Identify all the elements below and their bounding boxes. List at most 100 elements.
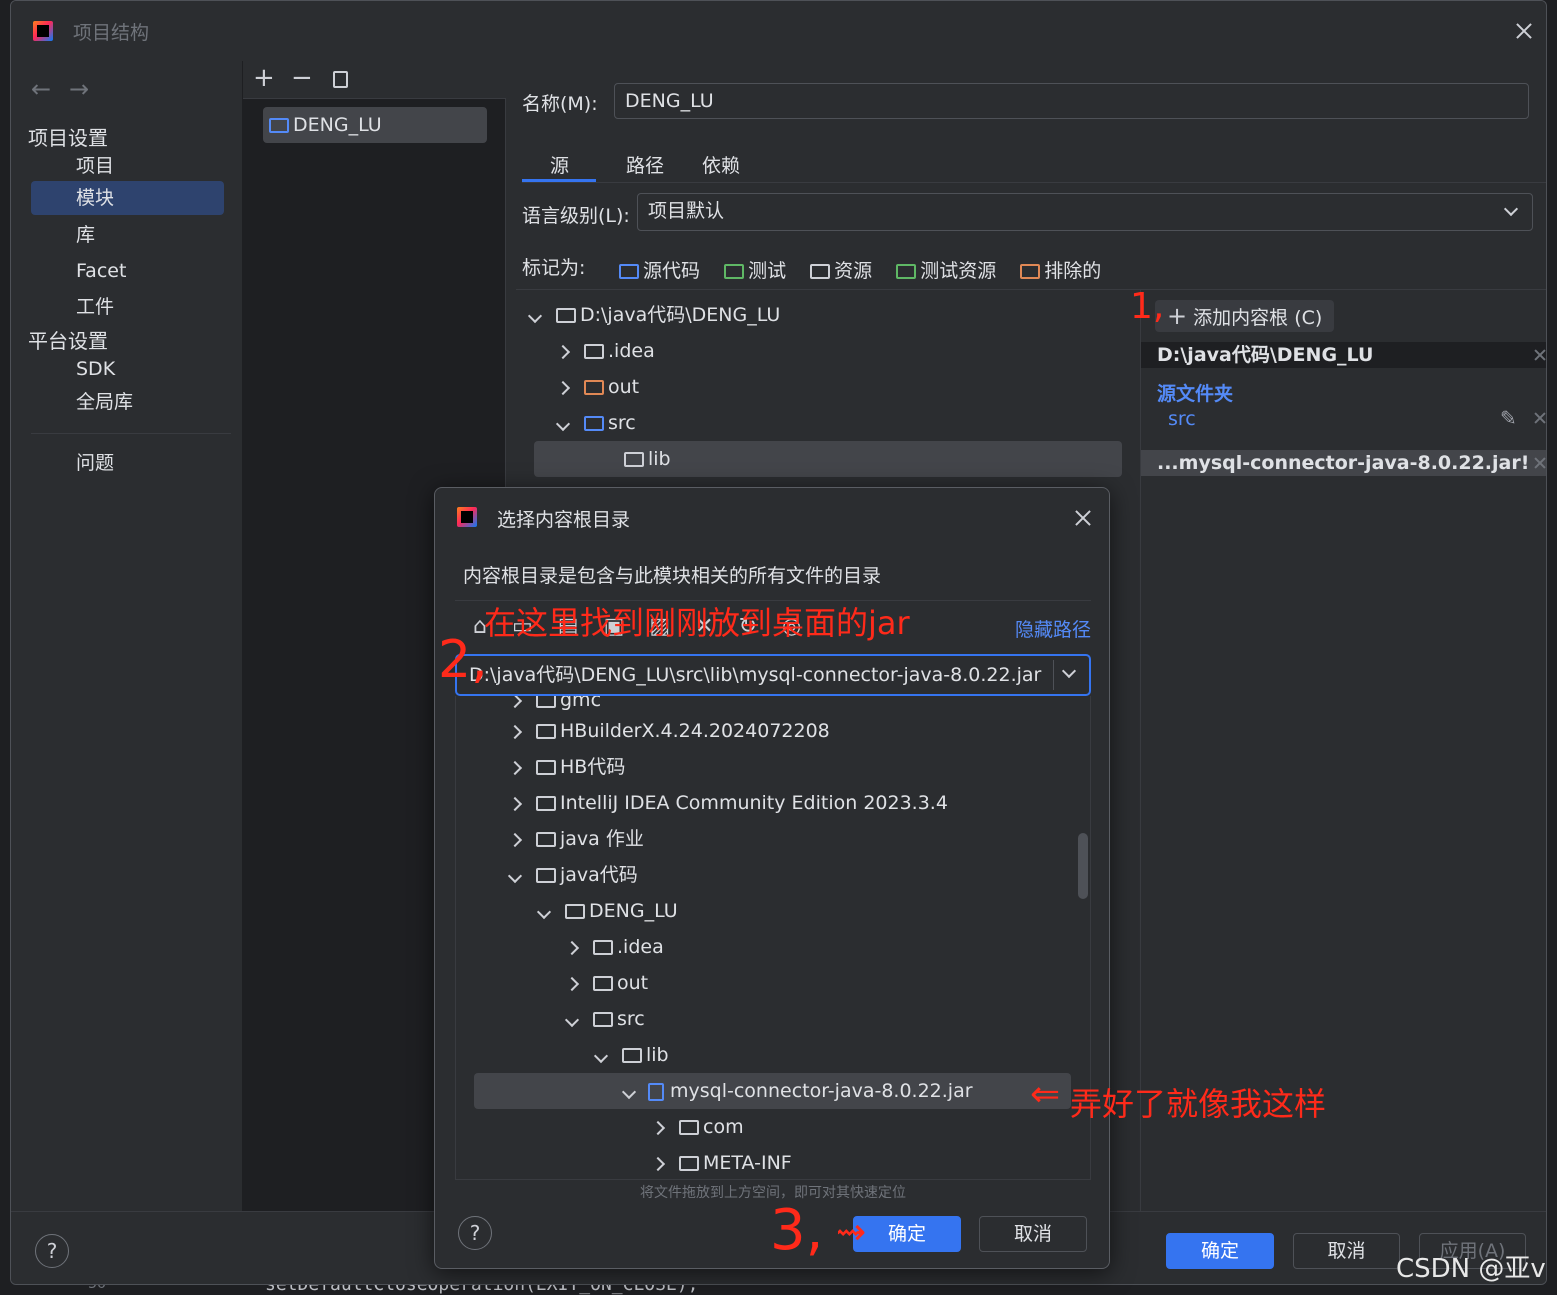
- remove-jar-root-icon[interactable]: [1533, 456, 1546, 470]
- forward-arrow-icon[interactable]: →: [69, 75, 89, 103]
- tree-row-src[interactable]: src: [564, 1001, 645, 1037]
- help-icon[interactable]: ?: [35, 1234, 69, 1268]
- mark-resources-button[interactable]: 资源: [810, 260, 872, 282]
- footer-cancel-button[interactable]: 取消: [1293, 1233, 1400, 1269]
- language-level-select[interactable]: 项目默认: [637, 193, 1533, 231]
- tree-row-root[interactable]: D:\java代码\DENG_LU: [527, 297, 781, 333]
- back-arrow-icon[interactable]: ←: [31, 75, 51, 103]
- tree-row-idea[interactable]: .idea: [555, 333, 655, 369]
- name-input[interactable]: DENG_LU: [614, 83, 1529, 119]
- plus-icon: +: [1167, 302, 1188, 330]
- tree-row-lib[interactable]: lib: [593, 1037, 669, 1073]
- tree-row-hb-code[interactable]: HB代码: [507, 749, 626, 785]
- content-root-path: D:\java代码\DENG_LU: [1157, 344, 1374, 366]
- tree-row-out[interactable]: out: [564, 965, 648, 1001]
- tree-row-src[interactable]: src: [555, 405, 636, 441]
- annotation-step3: 3,: [770, 1198, 824, 1263]
- test-resources-folder-icon: [896, 264, 917, 279]
- close-icon[interactable]: [1514, 21, 1534, 41]
- annotation-arrow-icon: ⇝: [836, 1212, 867, 1253]
- jar-content-root[interactable]: ...mysql-connector-java-8.0.22.jar!: [1141, 450, 1546, 476]
- path-history-chevron-icon[interactable]: [1061, 663, 1077, 679]
- mark-tests-button[interactable]: 测试: [724, 260, 786, 282]
- tree-row-hbuilderx[interactable]: HBuilderX.4.24.2024072208: [507, 713, 830, 749]
- path-divider: [1053, 660, 1054, 690]
- mark-tests-label: 测试: [748, 260, 787, 282]
- tree-row-deng-lu[interactable]: DENG_LU: [536, 893, 678, 929]
- edit-pencil-icon[interactable]: ✎: [1500, 406, 1517, 430]
- tree-label: IntelliJ IDEA Community Edition 2023.3.4: [560, 792, 948, 814]
- nav-item-project[interactable]: 项目: [31, 149, 224, 183]
- nav-item-libraries[interactable]: 库: [31, 218, 224, 252]
- add-content-root-button[interactable]: + 添加内容根 (C): [1155, 300, 1335, 332]
- path-input[interactable]: D:\java代码\DENG_LU\src\lib\mysql-connecto…: [455, 654, 1091, 696]
- tree-row-java-homework[interactable]: java 作业: [507, 821, 644, 857]
- tab-sources[interactable]: 源: [550, 151, 569, 178]
- tree-label: HBuilderX.4.24.2024072208: [560, 720, 830, 742]
- folder-icon: [536, 832, 556, 847]
- tree-row-java-code[interactable]: java代码: [507, 857, 638, 893]
- source-folder-src[interactable]: src: [1168, 408, 1196, 430]
- tree-label: src: [617, 1008, 645, 1030]
- jar-root-path: ...mysql-connector-java-8.0.22.jar!: [1157, 452, 1530, 474]
- tree-row-out[interactable]: out: [555, 369, 639, 405]
- mark-test-resources-label: 测试资源: [920, 260, 997, 282]
- tree-label: java代码: [560, 864, 638, 886]
- language-level-label: 语言级别(L):: [522, 205, 630, 227]
- copy-icon[interactable]: [333, 71, 348, 88]
- nav-item-sdk[interactable]: SDK: [31, 352, 224, 386]
- remove-content-root-icon[interactable]: [1533, 348, 1546, 362]
- tree-label: .idea: [617, 936, 664, 958]
- file-tree: gmc HBuilderX.4.24.2024072208 HB代码 Intel…: [455, 696, 1091, 1180]
- module-folder-icon: [269, 118, 289, 133]
- dialog-close-icon[interactable]: [1073, 508, 1093, 528]
- mark-test-resources-button[interactable]: 测试资源: [896, 260, 996, 282]
- tree-row-lib[interactable]: lib: [534, 441, 1122, 477]
- tree-label: java 作业: [560, 828, 644, 850]
- tree-scrollbar[interactable]: [1078, 833, 1088, 899]
- tab-dependencies[interactable]: 依赖: [702, 151, 740, 178]
- tree-label: D:\java代码\DENG_LU: [580, 304, 781, 326]
- dialog-cancel-button[interactable]: 取消: [979, 1216, 1087, 1252]
- tree-label: HB代码: [560, 756, 626, 778]
- folder-icon: [624, 452, 644, 467]
- nav-item-problems[interactable]: 问题: [31, 446, 224, 480]
- dialog-ok-button[interactable]: 确定: [853, 1216, 961, 1252]
- folder-icon: [593, 940, 613, 955]
- dialog-help-icon[interactable]: ?: [458, 1216, 492, 1250]
- nav-item-facet[interactable]: Facet: [31, 254, 224, 288]
- nav-item-artifacts[interactable]: 工件: [31, 290, 224, 324]
- tree-row-idea[interactable]: .idea: [564, 929, 664, 965]
- add-icon[interactable]: +: [253, 63, 275, 93]
- language-level-value: 项目默认: [648, 200, 725, 222]
- tree-row-mysql-jar[interactable]: mysql-connector-java-8.0.22.jar: [474, 1073, 1071, 1109]
- remove-icon[interactable]: −: [291, 63, 313, 93]
- dialog-title: 选择内容根目录: [497, 509, 631, 531]
- tree-label: lib: [646, 1044, 669, 1066]
- tab-active-indicator: [522, 179, 596, 182]
- folder-icon: [584, 380, 604, 395]
- source-folders-label: 源文件夹: [1157, 383, 1234, 405]
- module-item-deng-lu[interactable]: DENG_LU: [263, 107, 487, 143]
- footer-ok-button[interactable]: 确定: [1166, 1233, 1274, 1269]
- mark-sources-button[interactable]: 源代码: [619, 260, 700, 282]
- project-settings-header: 项目设置: [28, 126, 108, 150]
- nav-item-global-libraries[interactable]: 全局库: [31, 385, 224, 419]
- title-bar: 项目结构: [11, 1, 1546, 61]
- hide-path-link[interactable]: 隐藏路径: [1015, 615, 1091, 642]
- module-item-label: DENG_LU: [293, 114, 382, 136]
- excluded-folder-icon: [1020, 264, 1041, 279]
- folder-icon: [536, 796, 556, 811]
- tab-paths[interactable]: 路径: [626, 151, 664, 178]
- nav-item-modules[interactable]: 模块: [31, 181, 224, 215]
- tree-row-meta-inf[interactable]: META-INF: [650, 1145, 792, 1179]
- tree-row-intellij[interactable]: IntelliJ IDEA Community Edition 2023.3.4: [507, 785, 948, 821]
- folder-icon: [536, 696, 556, 708]
- mark-resources-label: 资源: [834, 260, 873, 282]
- mark-excluded-button[interactable]: 排除的: [1020, 260, 1101, 282]
- tree-row-com[interactable]: com: [650, 1109, 744, 1145]
- folder-icon: [584, 416, 604, 431]
- remove-source-icon[interactable]: [1533, 411, 1546, 425]
- intellij-logo-icon: [457, 507, 477, 527]
- folder-icon: [536, 724, 556, 739]
